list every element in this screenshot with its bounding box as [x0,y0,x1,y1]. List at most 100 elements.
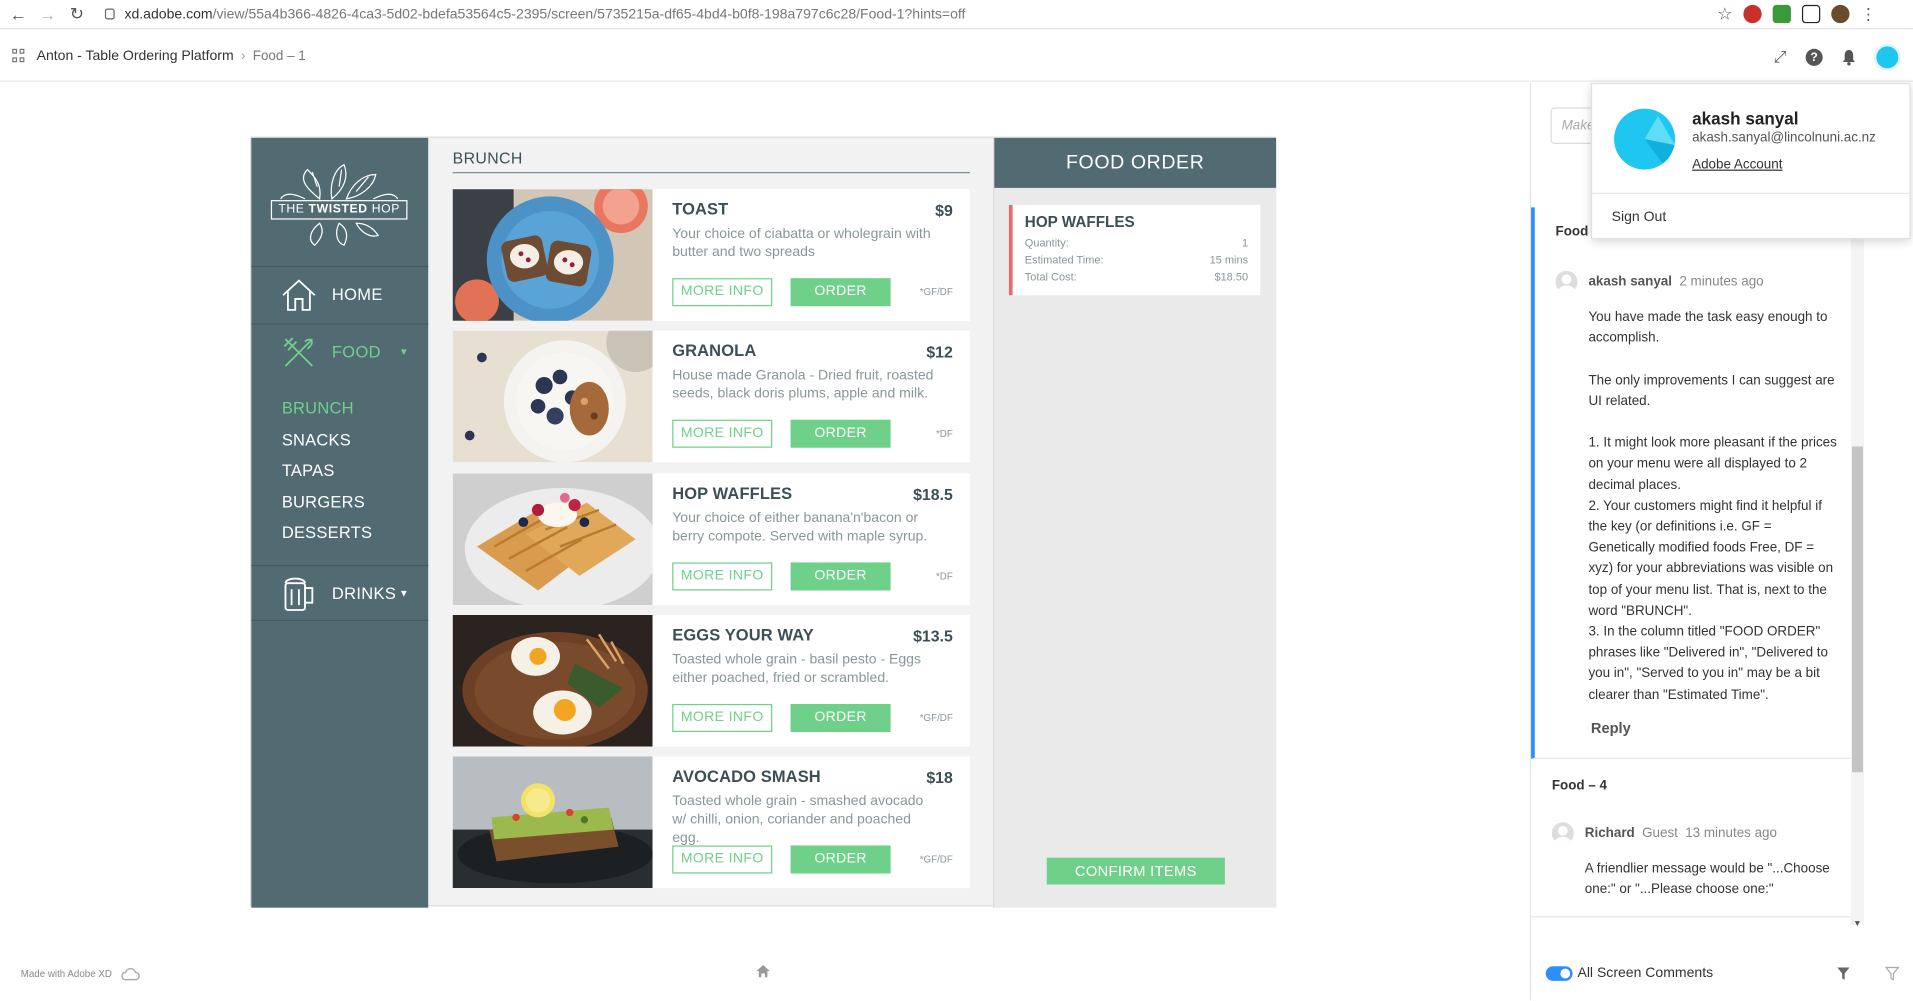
browser-menu-icon[interactable]: ⋮ [1861,4,1877,24]
item-description: Your choice of either banana'n'bacon or … [672,511,928,545]
order-item-name: HOP WAFFLES [1024,213,1135,231]
food-order-title: FOOD ORDER [994,137,1277,188]
home-icon[interactable] [755,963,771,985]
item-price: $9 [935,201,953,220]
url-path: /view/55a4b366-4826-4ca3-5d02-bdefa53564… [212,6,966,22]
account-avatar [1614,108,1676,170]
nav-food-label: FOOD [331,342,381,362]
nav-home-label: HOME [331,285,383,304]
comment-time: 13 minutes ago [1685,825,1777,841]
more-info-button[interactable]: MORE INFO [672,703,773,732]
notion-extension-icon[interactable] [1801,4,1821,24]
fork-knife-icon [281,334,318,371]
collapse-filter-icon[interactable] [1884,965,1900,987]
comment-body: You have made the task easy enough to ac… [1588,309,1837,703]
scrollbar-thumb[interactable] [1851,446,1863,773]
order-button[interactable]: ORDER [790,562,891,591]
nav-home[interactable]: HOME [251,265,429,322]
user-avatar-button[interactable] [1873,43,1901,71]
item-name: GRANOLA [672,341,757,360]
comment-thread: Food – akash sanyal 2 minutes ago You ha… [1531,207,1851,759]
breadcrumb-project[interactable]: Anton - Table Ordering Platform [37,48,234,63]
food-order-panel: FOOD ORDER HOP WAFFLES Quantity: 1 Estima… [993,137,1277,908]
confirm-items-button[interactable]: CONFIRM ITEMS [1046,857,1225,885]
forward-arrow-icon[interactable]: → [37,3,59,25]
reply-button[interactable]: Reply [1591,720,1631,737]
subnav-snacks[interactable]: SNACKS [282,430,372,461]
subnav-brunch[interactable]: BRUNCH [282,399,372,430]
dietary-tag: *DF [936,428,953,440]
url-host: xd.adobe.com [124,6,213,22]
order-button[interactable]: ORDER [790,278,891,307]
all-screen-comments-toggle[interactable] [1545,965,1573,981]
order-line-item[interactable]: HOP WAFFLES Quantity: 1 Estimated Time: 15… [1008,204,1261,296]
order-cost-row: Total Cost: $18.50 [1024,270,1249,284]
scroll-down-arrow-icon[interactable]: ▼ [1853,920,1861,929]
order-button[interactable]: ORDER [790,419,891,448]
comment-author: Richard [1584,825,1635,841]
profile-extension-icon[interactable] [1831,4,1850,24]
comment-time: 2 minutes ago [1679,274,1764,290]
avocado-photo [452,756,653,889]
menu-item-card: GRANOLA $12 House made Granola - Dried f… [452,330,970,463]
bell-icon[interactable] [1840,49,1857,66]
adblock-extension-icon[interactable] [1743,4,1762,24]
order-time-row: Estimated Time: 15 mins [1024,253,1249,266]
item-description: House made Granola - Dried fruit, roaste… [672,368,934,402]
bookmark-star-icon[interactable]: ☆ [1717,4,1732,25]
granola-photo [452,330,653,463]
subnav-burgers[interactable]: BURGERS [282,492,372,523]
fullscreen-icon[interactable]: ⤢ [1771,48,1788,66]
account-popover: akash sanyal akash.sanyal@lincolnuni.ac.… [1590,82,1911,240]
subnav-tapas[interactable]: TAPAS [282,461,372,492]
breadcrumb-screen: Food – 1 [252,48,306,63]
address-bar[interactable]: xd.adobe.com/view/55a4b366-4826-4ca3-5d0… [104,6,966,22]
dietary-tag: *DF [936,570,953,582]
item-price: $18.5 [913,485,953,504]
apps-grid-icon[interactable] [12,48,25,62]
item-price: $18 [926,768,953,787]
xd-header: Anton - Table Ordering Platform › Food –… [0,31,1913,82]
more-info-button[interactable]: MORE INFO [672,845,773,874]
comment-meta: akash sanyal 2 minutes ago [1555,270,1764,293]
comments-footer: All Screen Comments [1530,946,1913,1001]
dietary-tag: *GF/DF [919,712,953,724]
subnav-desserts[interactable]: DESSERTS [282,523,372,554]
menu-item-card: EGGS YOUR WAY $13.5 Toasted whole grain … [452,614,970,747]
food-subnav: BRUNCH SNACKS TAPAS BURGERS DESSERTS [282,399,372,555]
section-title: BRUNCH [452,149,970,174]
more-info-button[interactable]: MORE INFO [672,419,773,448]
adobe-account-link[interactable]: Adobe Account [1692,157,1782,172]
comment-meta: Richard Guest 13 minutes ago [1551,822,1777,845]
made-with-label: Made with Adobe XD [20,968,112,980]
item-name: EGGS YOUR WAY [672,625,814,645]
back-arrow-icon[interactable]: ← [7,3,29,25]
item-price: $13.5 [913,627,953,646]
lock-icon [104,8,115,20]
waffles-photo [452,473,653,606]
beer-mug-icon [281,575,318,612]
more-info-button[interactable]: MORE INFO [672,278,773,307]
twisted-hop-logo: THE TWISTED HOP [270,162,408,247]
order-button[interactable]: ORDER [790,703,891,732]
order-quantity-row: Quantity: 1 [1024,236,1249,249]
user-avatar-icon [1555,270,1578,293]
prototype-artboard: THE TWISTED HOP HOME FOOD ▼ BRUNCH SNACK… [250,136,1277,908]
more-info-button[interactable]: MORE INFO [672,562,773,591]
reload-icon[interactable]: ↻ [66,3,88,25]
help-icon[interactable]: ? [1805,48,1823,66]
order-button[interactable]: ORDER [790,845,891,874]
made-with-adobe-xd[interactable]: Made with Adobe XD [21,966,141,981]
filter-icon[interactable] [1836,965,1851,987]
divider [1592,192,1910,194]
app-sidebar: THE TWISTED HOP HOME FOOD ▼ BRUNCH SNACK… [251,137,429,908]
item-description: Toasted whole grain - smashed avocado w/… [672,794,924,846]
nav-drinks[interactable]: DRINKS ▼ [251,564,429,621]
user-avatar-icon [1551,822,1574,845]
nav-food[interactable]: FOOD ▼ [251,323,429,379]
sign-out-button[interactable]: Sign Out [1612,210,1667,225]
download-extension-icon[interactable] [1772,4,1791,24]
toast-photo [452,189,653,321]
all-screen-comments-label: All Screen Comments [1577,965,1714,981]
item-description: Toasted whole grain - basil pesto - Eggs… [672,652,922,686]
